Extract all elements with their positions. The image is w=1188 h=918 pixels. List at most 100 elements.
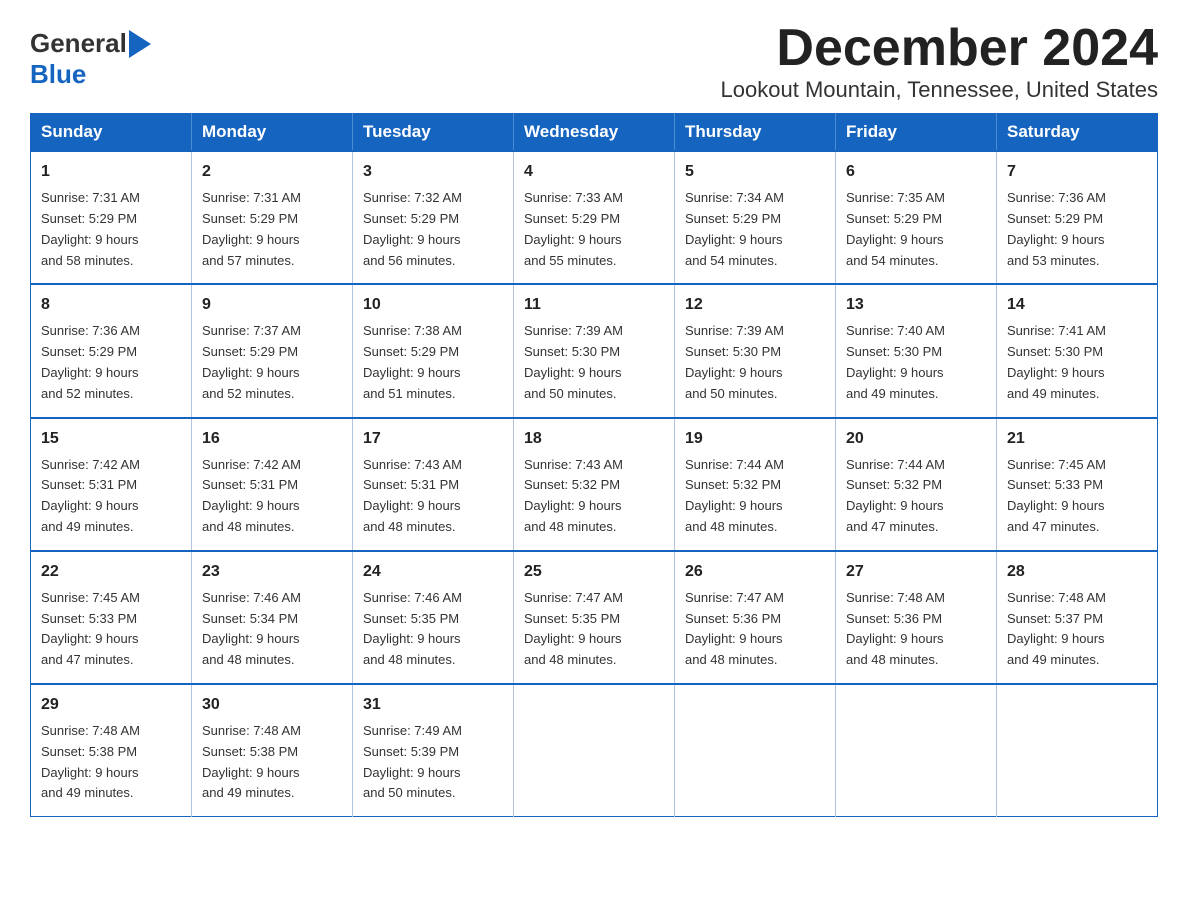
day-info: Sunrise: 7:34 AMSunset: 5:29 PMDaylight:…	[685, 188, 825, 271]
title-block: December 2024 Lookout Mountain, Tennesse…	[721, 20, 1158, 103]
calendar-day-cell: 19 Sunrise: 7:44 AMSunset: 5:32 PMDayligh…	[675, 418, 836, 551]
day-info: Sunrise: 7:31 AMSunset: 5:29 PMDaylight:…	[41, 188, 181, 271]
day-number: 28	[1007, 560, 1147, 584]
calendar-week-row: 22 Sunrise: 7:45 AMSunset: 5:33 PMDayligh…	[31, 551, 1158, 684]
calendar-week-row: 29 Sunrise: 7:48 AMSunset: 5:38 PMDayligh…	[31, 684, 1158, 817]
day-number: 11	[524, 293, 664, 317]
day-info: Sunrise: 7:44 AMSunset: 5:32 PMDaylight:…	[685, 455, 825, 538]
day-info: Sunrise: 7:45 AMSunset: 5:33 PMDaylight:…	[1007, 455, 1147, 538]
logo-blue-text: Blue	[30, 59, 86, 89]
calendar-week-row: 8 Sunrise: 7:36 AMSunset: 5:29 PMDaylight…	[31, 284, 1158, 417]
calendar-header-friday: Friday	[836, 114, 997, 152]
calendar-header-sunday: Sunday	[31, 114, 192, 152]
day-info: Sunrise: 7:45 AMSunset: 5:33 PMDaylight:…	[41, 588, 181, 671]
day-number: 13	[846, 293, 986, 317]
day-info: Sunrise: 7:36 AMSunset: 5:29 PMDaylight:…	[41, 321, 181, 404]
calendar-day-cell: 14 Sunrise: 7:41 AMSunset: 5:30 PMDayligh…	[997, 284, 1158, 417]
day-info: Sunrise: 7:39 AMSunset: 5:30 PMDaylight:…	[524, 321, 664, 404]
day-info: Sunrise: 7:48 AMSunset: 5:36 PMDaylight:…	[846, 588, 986, 671]
calendar-day-cell: 6 Sunrise: 7:35 AMSunset: 5:29 PMDaylight…	[836, 151, 997, 284]
day-number: 3	[363, 160, 503, 184]
day-info: Sunrise: 7:48 AMSunset: 5:38 PMDaylight:…	[41, 721, 181, 804]
day-info: Sunrise: 7:42 AMSunset: 5:31 PMDaylight:…	[41, 455, 181, 538]
day-info: Sunrise: 7:38 AMSunset: 5:29 PMDaylight:…	[363, 321, 503, 404]
calendar-header-monday: Monday	[192, 114, 353, 152]
calendar-week-row: 15 Sunrise: 7:42 AMSunset: 5:31 PMDayligh…	[31, 418, 1158, 551]
logo: General Blue	[30, 28, 151, 90]
day-number: 27	[846, 560, 986, 584]
calendar-day-cell	[675, 684, 836, 817]
calendar-day-cell: 29 Sunrise: 7:48 AMSunset: 5:38 PMDayligh…	[31, 684, 192, 817]
day-number: 9	[202, 293, 342, 317]
day-number: 18	[524, 427, 664, 451]
calendar-day-cell: 21 Sunrise: 7:45 AMSunset: 5:33 PMDayligh…	[997, 418, 1158, 551]
day-info: Sunrise: 7:41 AMSunset: 5:30 PMDaylight:…	[1007, 321, 1147, 404]
calendar-header-saturday: Saturday	[997, 114, 1158, 152]
calendar-day-cell: 31 Sunrise: 7:49 AMSunset: 5:39 PMDayligh…	[353, 684, 514, 817]
day-number: 16	[202, 427, 342, 451]
day-number: 14	[1007, 293, 1147, 317]
calendar-day-cell: 11 Sunrise: 7:39 AMSunset: 5:30 PMDayligh…	[514, 284, 675, 417]
day-number: 17	[363, 427, 503, 451]
day-number: 6	[846, 160, 986, 184]
day-number: 1	[41, 160, 181, 184]
calendar-day-cell: 27 Sunrise: 7:48 AMSunset: 5:36 PMDayligh…	[836, 551, 997, 684]
day-info: Sunrise: 7:46 AMSunset: 5:35 PMDaylight:…	[363, 588, 503, 671]
calendar-header-tuesday: Tuesday	[353, 114, 514, 152]
day-info: Sunrise: 7:32 AMSunset: 5:29 PMDaylight:…	[363, 188, 503, 271]
day-number: 20	[846, 427, 986, 451]
day-number: 25	[524, 560, 664, 584]
calendar-week-row: 1 Sunrise: 7:31 AMSunset: 5:29 PMDaylight…	[31, 151, 1158, 284]
calendar-day-cell: 5Sunrise: 7:34 AMSunset: 5:29 PMDaylight…	[675, 151, 836, 284]
calendar-day-cell: 20Sunrise: 7:44 AMSunset: 5:32 PMDayligh…	[836, 418, 997, 551]
calendar-day-cell	[997, 684, 1158, 817]
calendar-day-cell: 10 Sunrise: 7:38 AMSunset: 5:29 PMDayligh…	[353, 284, 514, 417]
calendar-day-cell: 9 Sunrise: 7:37 AMSunset: 5:29 PMDaylight…	[192, 284, 353, 417]
page-title: December 2024	[721, 20, 1158, 77]
calendar-day-cell: 15 Sunrise: 7:42 AMSunset: 5:31 PMDayligh…	[31, 418, 192, 551]
calendar-header-row: SundayMondayTuesdayWednesdayThursdayFrid…	[31, 114, 1158, 152]
day-info: Sunrise: 7:33 AMSunset: 5:29 PMDaylight:…	[524, 188, 664, 271]
day-number: 29	[41, 693, 181, 717]
calendar-day-cell: 17 Sunrise: 7:43 AMSunset: 5:31 PMDayligh…	[353, 418, 514, 551]
calendar-day-cell: 13 Sunrise: 7:40 AMSunset: 5:30 PMDayligh…	[836, 284, 997, 417]
calendar-day-cell: 22 Sunrise: 7:45 AMSunset: 5:33 PMDayligh…	[31, 551, 192, 684]
calendar-day-cell: 7 Sunrise: 7:36 AMSunset: 5:29 PMDaylight…	[997, 151, 1158, 284]
calendar-day-cell: 30Sunrise: 7:48 AMSunset: 5:38 PMDayligh…	[192, 684, 353, 817]
calendar-day-cell: 26 Sunrise: 7:47 AMSunset: 5:36 PMDayligh…	[675, 551, 836, 684]
day-number: 19	[685, 427, 825, 451]
calendar-day-cell: 1 Sunrise: 7:31 AMSunset: 5:29 PMDaylight…	[31, 151, 192, 284]
calendar-day-cell: 8 Sunrise: 7:36 AMSunset: 5:29 PMDaylight…	[31, 284, 192, 417]
calendar-day-cell: 3 Sunrise: 7:32 AMSunset: 5:29 PMDaylight…	[353, 151, 514, 284]
calendar-day-cell: 18 Sunrise: 7:43 AMSunset: 5:32 PMDayligh…	[514, 418, 675, 551]
day-number: 26	[685, 560, 825, 584]
day-number: 21	[1007, 427, 1147, 451]
day-number: 8	[41, 293, 181, 317]
logo-arrow-icon	[129, 30, 151, 58]
day-info: Sunrise: 7:49 AMSunset: 5:39 PMDaylight:…	[363, 721, 503, 804]
day-info: Sunrise: 7:48 AMSunset: 5:38 PMDaylight:…	[202, 721, 342, 804]
day-number: 22	[41, 560, 181, 584]
day-number: 31	[363, 693, 503, 717]
day-info: Sunrise: 7:36 AMSunset: 5:29 PMDaylight:…	[1007, 188, 1147, 271]
day-number: 4	[524, 160, 664, 184]
day-number: 7	[1007, 160, 1147, 184]
day-info: Sunrise: 7:39 AMSunset: 5:30 PMDaylight:…	[685, 321, 825, 404]
day-number: 10	[363, 293, 503, 317]
calendar-day-cell: 12Sunrise: 7:39 AMSunset: 5:30 PMDayligh…	[675, 284, 836, 417]
calendar-day-cell: 23Sunrise: 7:46 AMSunset: 5:34 PMDayligh…	[192, 551, 353, 684]
calendar-day-cell: 25Sunrise: 7:47 AMSunset: 5:35 PMDayligh…	[514, 551, 675, 684]
day-number: 15	[41, 427, 181, 451]
day-info: Sunrise: 7:43 AMSunset: 5:32 PMDaylight:…	[524, 455, 664, 538]
day-info: Sunrise: 7:40 AMSunset: 5:30 PMDaylight:…	[846, 321, 986, 404]
logo-general-text: General	[30, 28, 127, 59]
day-number: 2	[202, 160, 342, 184]
day-info: Sunrise: 7:43 AMSunset: 5:31 PMDaylight:…	[363, 455, 503, 538]
day-info: Sunrise: 7:46 AMSunset: 5:34 PMDaylight:…	[202, 588, 342, 671]
day-info: Sunrise: 7:47 AMSunset: 5:36 PMDaylight:…	[685, 588, 825, 671]
calendar-day-cell	[514, 684, 675, 817]
calendar-header-wednesday: Wednesday	[514, 114, 675, 152]
day-info: Sunrise: 7:35 AMSunset: 5:29 PMDaylight:…	[846, 188, 986, 271]
day-info: Sunrise: 7:37 AMSunset: 5:29 PMDaylight:…	[202, 321, 342, 404]
calendar-day-cell: 16Sunrise: 7:42 AMSunset: 5:31 PMDayligh…	[192, 418, 353, 551]
